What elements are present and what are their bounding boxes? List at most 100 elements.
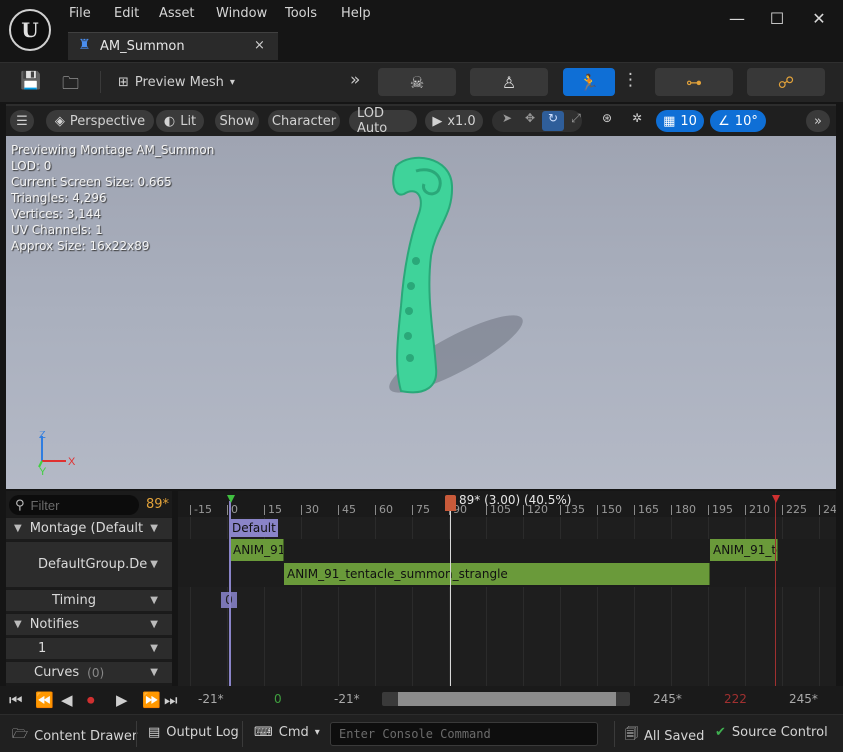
rotation-snap-button[interactable]: ∠ 10°: [710, 110, 766, 132]
expand-toolbar-icon[interactable]: »: [350, 70, 360, 90]
play-reverse-icon[interactable]: ◀: [61, 691, 73, 709]
more-options-icon[interactable]: ⋮: [622, 70, 639, 90]
preview-mesh-icon: ⊞: [118, 74, 129, 90]
scale-icon[interactable]: ⤢: [565, 111, 587, 131]
console-box: [330, 722, 598, 746]
rotate-icon[interactable]: ↻: [542, 111, 564, 131]
filter-box[interactable]: ⚲: [9, 495, 139, 515]
animation-mode-button[interactable]: 🏃: [563, 68, 615, 96]
check-circle-icon: ✔: [715, 725, 726, 740]
play-forward-icon[interactable]: ▶: [116, 691, 128, 709]
all-saved-button[interactable]: 🗐 All Saved: [625, 725, 704, 747]
notify-track-label: 1: [38, 641, 47, 656]
output-log-icon: ▤: [148, 725, 161, 740]
frame-counter[interactable]: 89*: [146, 497, 169, 512]
montage-track-row[interactable]: ▼ Montage (Default ▼: [6, 517, 172, 539]
menu-asset[interactable]: Asset: [159, 6, 195, 21]
viewport-more-button[interactable]: »: [806, 110, 830, 132]
preview-mesh-dropdown[interactable]: ⊞ Preview Mesh ▾: [112, 69, 241, 95]
tentacle-mesh[interactable]: [6, 136, 836, 489]
lit-sphere-icon: ◐: [163, 113, 176, 129]
viewport-menu-button[interactable]: ☰: [10, 110, 34, 132]
chevron-down-icon[interactable]: ▼: [150, 559, 158, 570]
menu-tools[interactable]: Tools: [285, 6, 317, 21]
anim-segment-1[interactable]: ANIM_91: [230, 539, 284, 561]
ruler-tick: [227, 505, 228, 515]
content-drawer-icon: 🗁: [12, 727, 29, 742]
mesh-mode-button[interactable]: ♙: [470, 68, 548, 96]
notifies-label: Notifies: [29, 617, 80, 632]
view-end-value[interactable]: 245*: [789, 692, 818, 706]
status-divider: [242, 721, 243, 747]
source-control-button[interactable]: ✔ Source Control: [715, 725, 828, 740]
play-start-value[interactable]: 0: [274, 692, 282, 706]
maximize-button[interactable]: ☐: [762, 9, 792, 28]
select-icon[interactable]: ➤: [496, 111, 518, 131]
move-icon[interactable]: ✥: [519, 111, 541, 131]
timing-track-row[interactable]: Timing ▼: [6, 589, 172, 611]
menu-edit[interactable]: Edit: [114, 6, 139, 21]
start-flag-icon[interactable]: [227, 495, 235, 503]
anim-segment-2[interactable]: ANIM_91_tentacle_summon_strangle: [284, 563, 710, 585]
cmd-dropdown[interactable]: ⌨ Cmd ▾: [254, 725, 320, 740]
ruler-tick: [412, 505, 413, 515]
filter-input[interactable]: [30, 497, 131, 513]
view-start-value[interactable]: -21*: [198, 692, 224, 706]
record-icon[interactable]: ⏺: [87, 691, 95, 709]
chevron-down-icon[interactable]: ▼: [150, 667, 158, 678]
range-start-value[interactable]: -21*: [334, 692, 360, 706]
range-end-value[interactable]: 245*: [653, 692, 682, 706]
close-window-button[interactable]: ✕: [804, 9, 834, 28]
chevron-down-icon[interactable]: ▼: [150, 643, 158, 654]
lod-button[interactable]: LOD Auto: [349, 106, 417, 136]
grid-snap-button[interactable]: ▦ 10: [656, 110, 704, 132]
blueprint-mode-button[interactable]: ⊶: [655, 68, 733, 96]
playback-speed-button[interactable]: ▶ x1.0: [425, 110, 483, 132]
menu-help[interactable]: Help: [341, 6, 371, 21]
show-button[interactable]: Show: [215, 110, 259, 132]
end-flag-icon[interactable]: [772, 495, 780, 503]
anim-segment-3[interactable]: ANIM_91_te: [710, 539, 778, 561]
ruler-tick: [745, 505, 746, 515]
notifies-track-row[interactable]: ▼ Notifies ▼: [6, 613, 172, 635]
tab-close-icon[interactable]: ×: [254, 38, 265, 53]
slot-track-row[interactable]: DefaultGroup.De ▼: [6, 541, 172, 587]
local-space-icon[interactable]: ⊛: [596, 111, 618, 131]
jump-to-end-icon[interactable]: ⏭: [164, 691, 178, 709]
ruler-tick: [634, 505, 635, 515]
output-log-button[interactable]: ▤ Output Log: [148, 725, 239, 740]
curves-label: Curves: [34, 665, 80, 680]
minimize-button[interactable]: —: [722, 9, 752, 28]
asset-tab[interactable]: ♜ AM_Summon ×: [68, 32, 278, 60]
character-button[interactable]: Character: [268, 110, 340, 132]
playhead-handle[interactable]: [445, 495, 456, 511]
step-forward-icon[interactable]: ⏩: [142, 691, 161, 709]
jump-to-start-icon[interactable]: ⏮: [9, 691, 23, 709]
surface-snap-icon[interactable]: ✲: [626, 111, 648, 131]
chevron-down-icon[interactable]: ▼: [150, 619, 158, 630]
chevron-down-icon[interactable]: ▼: [150, 595, 158, 606]
skeleton-mode-button[interactable]: ☠: [378, 68, 456, 96]
section-default[interactable]: Default: [230, 519, 278, 537]
save-icon[interactable]: 💾: [20, 71, 41, 91]
playback-bar: ⏮ ⏪ ◀ ⏺ ▶ ⏩ ⏭ -21* 0 -21* 245* 222 245*: [0, 686, 843, 714]
start-marker: [229, 501, 231, 686]
console-input[interactable]: [331, 723, 597, 745]
range-scrollbar-thumb[interactable]: [398, 692, 616, 706]
curves-track-row[interactable]: Curves (0) ▼: [6, 661, 172, 683]
browse-asset-icon[interactable]: 🗀: [62, 71, 79, 100]
unreal-logo-icon[interactable]: U: [9, 9, 51, 51]
step-back-icon[interactable]: ⏪: [35, 691, 54, 709]
play-end-value[interactable]: 222: [724, 692, 747, 706]
chevron-down-icon[interactable]: ▼: [150, 523, 158, 534]
montage-timeline[interactable]: -15 0 15 30 45 60 75 90 105 120 135 150 165 180 195 210…: [178, 491, 836, 686]
menu-file[interactable]: File: [69, 6, 91, 21]
perspective-button[interactable]: ◈ Perspective: [46, 110, 154, 132]
physics-mode-button[interactable]: ☍: [747, 68, 825, 96]
notify-track-row[interactable]: 1 ▼: [6, 637, 172, 659]
hierarchy-icon: ⊶: [686, 72, 702, 92]
content-drawer-button[interactable]: 🗁 Content Drawer: [12, 725, 137, 747]
preview-viewport[interactable]: ☰ ◈ Perspective ◐ Lit Show Character LOD…: [6, 104, 836, 489]
menu-window[interactable]: Window: [216, 6, 267, 21]
lit-button[interactable]: ◐ Lit: [156, 110, 204, 132]
